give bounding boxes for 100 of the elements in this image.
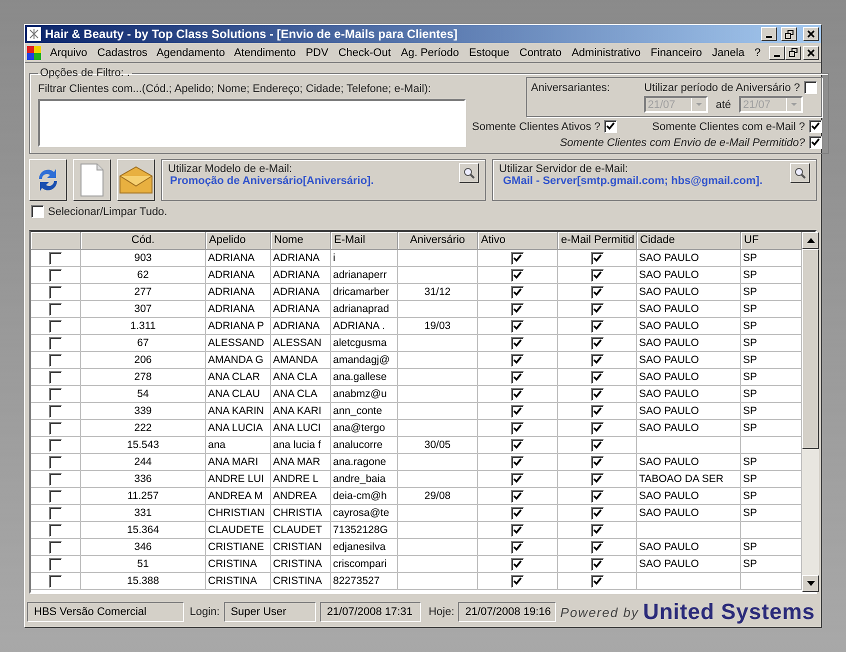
checkbox[interactable] <box>590 268 604 282</box>
checkbox[interactable] <box>49 302 62 316</box>
checkbox[interactable] <box>49 388 62 400</box>
checkbox[interactable] <box>49 558 62 570</box>
checkbox[interactable] <box>590 388 604 400</box>
checkbox[interactable] <box>604 120 618 133</box>
checkbox[interactable] <box>809 136 822 149</box>
checkbox[interactable] <box>590 286 604 298</box>
menu-item[interactable]: Check-Out <box>333 44 396 60</box>
checkbox[interactable] <box>49 490 62 502</box>
checkbox[interactable] <box>511 490 524 502</box>
checkbox[interactable] <box>511 286 524 298</box>
checkbox[interactable] <box>49 320 62 332</box>
checkbox[interactable] <box>804 81 817 94</box>
checkbox[interactable] <box>511 506 524 520</box>
checkbox[interactable] <box>511 422 524 434</box>
column-header[interactable]: Apelido <box>206 232 271 250</box>
filter-field[interactable] <box>38 99 466 147</box>
checkbox[interactable] <box>511 354 524 366</box>
checkbox[interactable] <box>49 540 62 554</box>
checkbox[interactable] <box>49 472 62 486</box>
menu-item[interactable]: Arquivo <box>45 44 92 60</box>
scroll-up-button[interactable] <box>802 232 819 249</box>
checkbox[interactable] <box>590 574 604 588</box>
menu-item[interactable]: Administrativo <box>566 44 646 60</box>
column-header[interactable]: e-Mail Permitid <box>558 232 637 250</box>
column-header[interactable]: Cód. <box>81 232 206 250</box>
checkbox[interactable] <box>590 422 604 434</box>
checkbox[interactable] <box>511 302 524 316</box>
menu-item[interactable]: Contrato <box>514 44 567 60</box>
checkbox[interactable] <box>590 354 604 366</box>
checkbox[interactable] <box>590 472 604 486</box>
menu-item[interactable]: Financeiro <box>646 44 708 60</box>
minimize-button[interactable] <box>769 46 785 60</box>
menu-item[interactable]: Janela <box>707 44 750 60</box>
checkbox[interactable] <box>590 558 604 570</box>
restore-button[interactable] <box>781 27 797 41</box>
checkbox[interactable] <box>590 404 604 418</box>
search-button[interactable] <box>459 163 479 183</box>
menu-item[interactable]: Estoque <box>464 44 514 60</box>
checkbox[interactable] <box>49 506 62 520</box>
checkbox[interactable] <box>511 370 524 384</box>
checkbox[interactable] <box>49 524 62 536</box>
checkbox[interactable] <box>590 438 604 452</box>
checkbox[interactable] <box>49 268 62 282</box>
checkbox[interactable] <box>590 302 604 316</box>
menu-item[interactable]: Ag. Período <box>396 44 464 60</box>
scroll-down-button[interactable] <box>802 575 819 592</box>
checkbox[interactable] <box>511 472 524 486</box>
checkbox[interactable] <box>49 422 62 434</box>
checkbox[interactable] <box>511 268 524 282</box>
close-button[interactable] <box>803 27 819 41</box>
menu-item[interactable]: Cadastros <box>92 44 152 60</box>
column-header[interactable]: Aniversário <box>398 232 478 250</box>
search-button[interactable] <box>790 163 810 183</box>
scroll-thumb[interactable] <box>802 249 819 449</box>
checkbox[interactable] <box>511 388 524 400</box>
checkbox[interactable] <box>511 524 524 536</box>
checkbox[interactable] <box>590 370 604 384</box>
checkbox[interactable] <box>590 540 604 554</box>
checkbox[interactable] <box>590 336 604 350</box>
checkbox[interactable] <box>590 456 604 468</box>
checkbox[interactable] <box>49 404 62 418</box>
checkbox[interactable] <box>511 574 524 588</box>
checkbox[interactable] <box>590 524 604 536</box>
checkbox[interactable] <box>49 438 62 452</box>
checkbox[interactable] <box>49 354 62 366</box>
column-header[interactable]: E-Mail <box>331 232 398 250</box>
checkbox[interactable] <box>511 438 524 452</box>
envelope-button[interactable] <box>117 159 155 201</box>
checkbox[interactable] <box>809 120 822 133</box>
menu-item[interactable]: Atendimento <box>228 44 301 60</box>
checkbox[interactable] <box>511 320 524 332</box>
checkbox[interactable] <box>511 456 524 468</box>
checkbox[interactable] <box>49 252 62 264</box>
column-header[interactable]: Cidade <box>637 232 741 250</box>
column-header[interactable]: Nome <box>271 232 331 250</box>
menu-item[interactable]: PDV <box>300 44 334 60</box>
checkbox[interactable] <box>590 252 604 264</box>
checkbox[interactable] <box>49 456 62 468</box>
menu-item[interactable]: ? <box>749 44 766 60</box>
checkbox[interactable] <box>511 558 524 570</box>
column-header[interactable]: UF <box>741 232 802 250</box>
checkbox[interactable] <box>511 404 524 418</box>
checkbox[interactable] <box>31 205 44 218</box>
column-header[interactable]: Ativo <box>478 232 558 250</box>
checkbox[interactable] <box>511 540 524 554</box>
checkbox[interactable] <box>49 370 62 384</box>
document-button[interactable] <box>73 159 111 201</box>
checkbox[interactable] <box>590 506 604 520</box>
close-button[interactable] <box>803 46 819 60</box>
minimize-button[interactable] <box>761 27 777 41</box>
checkbox[interactable] <box>511 336 524 350</box>
restore-button[interactable] <box>785 46 801 60</box>
refresh-button[interactable] <box>29 159 67 201</box>
checkbox[interactable] <box>49 574 62 588</box>
checkbox[interactable] <box>590 490 604 502</box>
checkbox[interactable] <box>49 336 62 350</box>
checkbox[interactable] <box>511 252 524 264</box>
checkbox[interactable] <box>49 286 62 298</box>
